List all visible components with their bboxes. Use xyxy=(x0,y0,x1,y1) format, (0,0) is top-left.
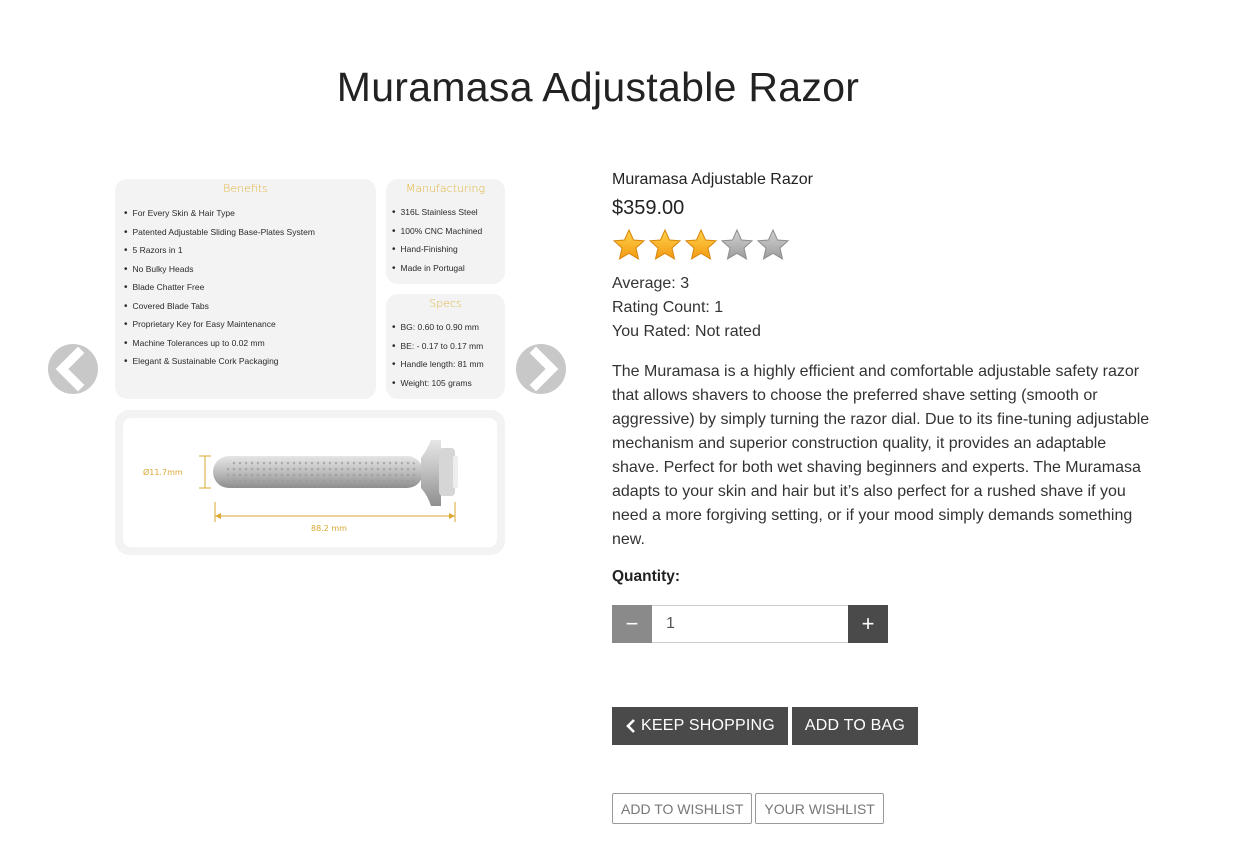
manufacturing-list: 316L Stainless Steel 100% CNC Machined H… xyxy=(386,195,505,277)
star-filled-icon[interactable] xyxy=(612,228,646,262)
product-description: The Muramasa is a highly efficient and c… xyxy=(612,363,1150,548)
manufacturing-title: Manufacturing xyxy=(405,182,486,195)
benefits-card: Benefits For Every Skin & Hair Type Pate… xyxy=(115,179,376,399)
cart-actions: KEEP SHOPPING ADD TO BAG xyxy=(612,707,919,745)
chevron-left-icon xyxy=(55,346,85,392)
product-info: Muramasa Adjustable Razor $359.00 Averag… xyxy=(612,170,1172,552)
keep-shopping-button[interactable]: KEEP SHOPPING xyxy=(612,707,788,745)
gallery-prev-button[interactable] xyxy=(48,344,98,394)
list-item: Proprietary Key for Easy Maintenance xyxy=(124,315,376,334)
quantity-stepper: − + xyxy=(612,605,888,643)
specs-title: Specs xyxy=(429,297,462,310)
benefits-title: Benefits xyxy=(223,182,268,195)
list-item: 5 Razors in 1 xyxy=(124,241,376,260)
add-to-bag-button[interactable]: ADD TO BAG xyxy=(791,707,919,745)
product-gallery: Benefits For Every Skin & Hair Type Pate… xyxy=(40,170,580,570)
list-item: BG: 0.60 to 0.90 mm xyxy=(392,318,505,337)
add-to-wishlist-button[interactable]: ADD TO WISHLIST xyxy=(612,793,753,824)
list-item: 100% CNC Machined xyxy=(392,222,505,241)
dimensions-card: Ø11.7mm 88.2 mm xyxy=(115,410,505,555)
list-item: Handle length: 81 mm xyxy=(392,355,505,374)
list-item: Machine Tolerances up to 0.02 mm xyxy=(124,334,376,353)
gallery-next-button[interactable] xyxy=(516,344,566,394)
specs-card: Specs BG: 0.60 to 0.90 mm BE: - 0.17 to … xyxy=(386,294,505,399)
product-price: $359.00 xyxy=(612,197,685,219)
specs-list: BG: 0.60 to 0.90 mm BE: - 0.17 to 0.17 m… xyxy=(386,310,505,392)
list-item: Hand-Finishing xyxy=(392,240,505,259)
list-item: Made in Portugal xyxy=(392,259,505,278)
quantity-increase-button[interactable]: + xyxy=(848,605,888,643)
list-item: Elegant & Sustainable Cork Packaging xyxy=(124,352,376,371)
product-name: Muramasa Adjustable Razor xyxy=(612,171,813,188)
quantity-decrease-button[interactable]: − xyxy=(612,605,652,643)
list-item: Weight: 105 grams xyxy=(392,374,505,393)
your-wishlist-button[interactable]: YOUR WISHLIST xyxy=(755,793,884,824)
quantity-label: Quantity: xyxy=(612,568,681,585)
list-item: BE: - 0.17 to 0.17 mm xyxy=(392,337,505,356)
list-item: Patented Adjustable Sliding Base-Plates … xyxy=(124,223,376,242)
page-title: Muramasa Adjustable Razor xyxy=(336,64,860,110)
star-empty-icon[interactable] xyxy=(720,228,754,262)
razor-diagram: Ø11.7mm 88.2 mm xyxy=(123,418,497,547)
razor-handle-image xyxy=(199,440,458,522)
rating-stats: Average: 3 Rating Count: 1 You Rated: No… xyxy=(612,272,1172,344)
list-item: 316L Stainless Steel xyxy=(392,203,505,222)
quantity-input[interactable] xyxy=(652,605,848,643)
wishlist-actions: ADD TO WISHLIST YOUR WISHLIST xyxy=(612,793,884,824)
rating-user: You Rated: Not rated xyxy=(612,323,761,340)
star-rating[interactable] xyxy=(612,228,1172,262)
diameter-label: Ø11.7mm xyxy=(143,468,183,477)
list-item: Covered Blade Tabs xyxy=(124,297,376,316)
rating-count: Rating Count: 1 xyxy=(612,299,724,316)
list-item: No Bulky Heads xyxy=(124,260,376,279)
keep-shopping-label: KEEP SHOPPING xyxy=(641,717,775,734)
chevron-left-icon xyxy=(626,719,635,733)
chevron-right-icon xyxy=(529,346,559,392)
list-item: Blade Chatter Free xyxy=(124,278,376,297)
length-label: 88.2 mm xyxy=(311,524,347,533)
benefits-list: For Every Skin & Hair Type Patented Adju… xyxy=(115,195,376,371)
manufacturing-card: Manufacturing 316L Stainless Steel 100% … xyxy=(386,179,505,284)
list-item: For Every Skin & Hair Type xyxy=(124,204,376,223)
star-empty-icon[interactable] xyxy=(756,228,790,262)
star-filled-icon[interactable] xyxy=(684,228,718,262)
star-filled-icon[interactable] xyxy=(648,228,682,262)
rating-average: Average: 3 xyxy=(612,275,690,292)
